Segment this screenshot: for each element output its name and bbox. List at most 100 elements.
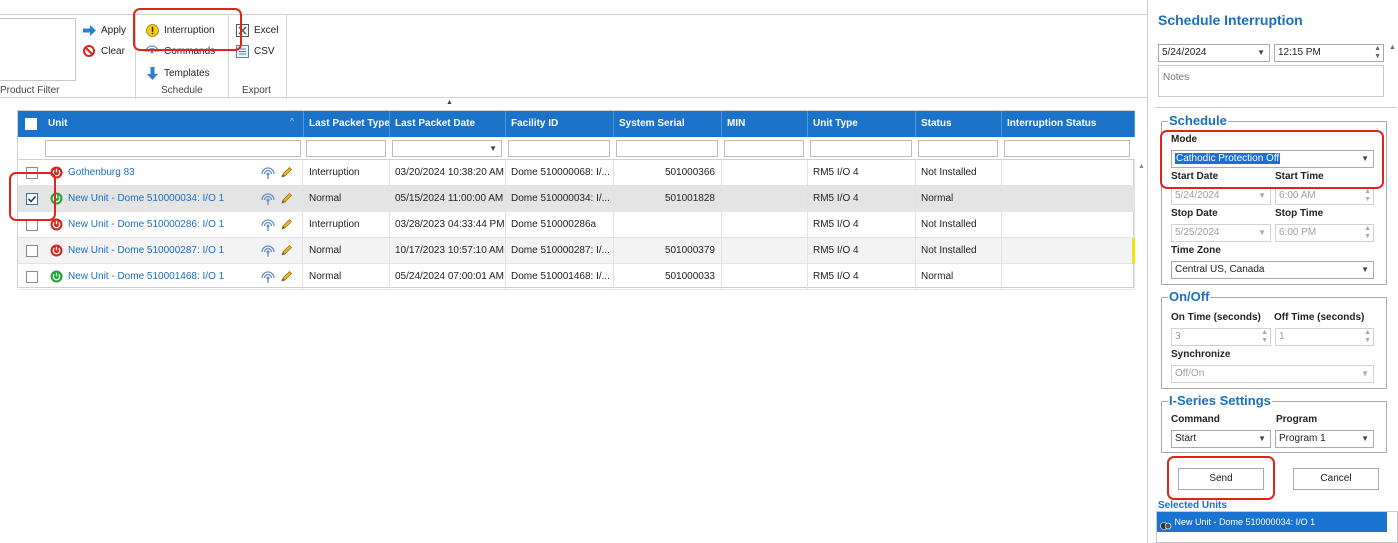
column-header-system-serial[interactable]: System Serial — [613, 111, 722, 137]
collapse-toggle-icon[interactable]: ▲ — [446, 99, 453, 106]
send-button[interactable]: Send — [1178, 468, 1264, 490]
synchronize-dropdown[interactable]: Off/On ▼ — [1171, 365, 1374, 383]
spinner-arrows-icon[interactable]: ▲ ▼ — [1364, 188, 1371, 204]
cell-interruption-status — [1001, 160, 1135, 186]
schedule-time-spinner[interactable]: 12:15 PM ▲ ▼ — [1274, 44, 1384, 62]
signal-icon[interactable] — [261, 244, 275, 260]
filter-system-serial[interactable] — [616, 140, 718, 157]
clear-button[interactable]: Clear — [82, 44, 125, 58]
timezone-dropdown[interactable]: Central US, Canada ▼ — [1171, 261, 1374, 279]
ribbon-separator — [135, 15, 136, 99]
chevron-down-icon[interactable]: ▼ — [1258, 188, 1266, 204]
column-header-interruption-status[interactable]: Interruption Status — [1001, 111, 1135, 137]
start-time-spinner[interactable]: 6:00 AM ▲ ▼ — [1275, 187, 1374, 205]
interruption-button[interactable]: Interruption — [145, 23, 215, 37]
chevron-down-icon[interactable]: ▼ — [1361, 366, 1369, 382]
start-date-picker[interactable]: 5/24/2024 ▼ — [1171, 187, 1271, 205]
unit-link[interactable]: New Unit - Dome 510000287: I/O 1 — [62, 238, 252, 264]
stop-date-picker[interactable]: 5/25/2024 ▼ — [1171, 224, 1271, 242]
commands-button[interactable]: Commands — [145, 44, 215, 58]
program-dropdown[interactable]: Program 1 ▼ — [1275, 430, 1374, 448]
stop-date-value: 5/25/2024 — [1175, 227, 1220, 238]
pencil-icon[interactable] — [280, 244, 293, 260]
excel-button[interactable]: Excel — [235, 23, 278, 37]
chevron-down-icon[interactable]: ▼ — [1361, 262, 1369, 278]
column-header-last-packet-date[interactable]: Last Packet Date — [389, 111, 506, 137]
mode-dropdown[interactable]: Cathodic Protection Off ▼ — [1171, 150, 1374, 168]
cell-last-packet-type: Normal — [303, 264, 390, 290]
chevron-down-icon[interactable]: ▼ — [1257, 45, 1265, 61]
select-all-checkbox[interactable] — [25, 118, 37, 130]
cell-facility-id: Dome 510001468: I/... — [505, 264, 614, 290]
scrollbar-up-icon[interactable]: ▲ — [1138, 163, 1145, 170]
cell-min — [721, 212, 808, 238]
chevron-down-icon[interactable]: ▼ — [489, 144, 497, 153]
filter-last-packet-date[interactable]: ▼ — [392, 140, 502, 157]
cell-last-packet-type: Interruption — [303, 212, 390, 238]
signal-icon[interactable] — [261, 218, 275, 234]
templates-button[interactable]: Templates — [145, 66, 210, 80]
row-checkbox[interactable] — [26, 167, 38, 179]
column-header-status[interactable]: Status — [915, 111, 1002, 137]
table-row[interactable]: Gothenburg 83 Interruption 03/20/2024 10:3… — [18, 160, 1135, 186]
panel-scrollbar[interactable]: ▲ — [1389, 44, 1397, 108]
mode-value: Cathodic Protection Off — [1175, 153, 1281, 164]
column-header-facility-id[interactable]: Facility ID — [505, 111, 614, 137]
signal-icon[interactable] — [261, 166, 275, 182]
off-time-spinner[interactable]: 1 ▲ ▼ — [1275, 328, 1374, 346]
filter-facility-id[interactable] — [508, 140, 610, 157]
stop-time-spinner[interactable]: 6:00 PM ▲ ▼ — [1275, 224, 1374, 242]
schedule-date-picker[interactable]: 5/24/2024 ▼ — [1158, 44, 1270, 62]
column-header-unit-type[interactable]: Unit Type — [807, 111, 916, 137]
stop-date-label: Stop Date — [1171, 208, 1218, 219]
row-checkbox[interactable] — [26, 271, 38, 283]
cell-interruption-status — [1001, 186, 1135, 212]
spinner-arrows-icon[interactable]: ▲ ▼ — [1364, 329, 1371, 345]
sort-ascending-icon[interactable]: ^ — [290, 117, 294, 126]
pencil-icon[interactable] — [280, 270, 293, 286]
spinner-arrows-icon[interactable]: ▲ ▼ — [1364, 225, 1371, 241]
table-row[interactable]: New Unit - Dome 510000286: I/O 1 Interrup… — [18, 212, 1135, 238]
unit-link[interactable]: Gothenburg 83 — [62, 160, 252, 186]
panel-title: Schedule Interruption — [1158, 12, 1303, 28]
apply-button[interactable]: Apply — [82, 23, 126, 37]
filter-unit[interactable] — [45, 140, 301, 157]
csv-button[interactable]: CSV — [235, 44, 275, 58]
spinner-arrows-icon[interactable]: ▲ ▼ — [1374, 45, 1381, 61]
filter-interruption-status[interactable] — [1004, 140, 1130, 157]
filter-min[interactable] — [724, 140, 804, 157]
selected-unit-item[interactable]: New Unit - Dome 510000034: I/O 1 — [1157, 512, 1387, 532]
filter-last-packet-type[interactable] — [306, 140, 386, 157]
command-dropdown[interactable]: Start ▼ — [1171, 430, 1271, 448]
unit-link[interactable]: New Unit - Dome 510000286: I/O 1 — [62, 212, 252, 238]
unit-link[interactable]: New Unit - Dome 510001468: I/O 1 — [62, 264, 252, 290]
row-checkbox[interactable] — [26, 219, 38, 231]
column-header-unit[interactable]: Unit — [42, 111, 304, 137]
product-filter-box[interactable] — [0, 18, 76, 81]
column-header-min[interactable]: MIN — [721, 111, 808, 137]
cancel-button[interactable]: Cancel — [1293, 468, 1379, 490]
filter-status[interactable] — [918, 140, 998, 157]
chevron-down-icon[interactable]: ▼ — [1361, 431, 1369, 447]
pencil-icon[interactable] — [280, 218, 293, 234]
filter-unit-type[interactable] — [810, 140, 912, 157]
scroll-up-icon[interactable]: ▲ — [1389, 44, 1396, 51]
on-time-spinner[interactable]: 3 ▲ ▼ — [1171, 328, 1271, 346]
table-row[interactable]: New Unit - Dome 510000034: I/O 1 Normal 05… — [18, 186, 1135, 212]
chevron-down-icon[interactable]: ▼ — [1258, 431, 1266, 447]
chevron-down-icon[interactable]: ▼ — [1258, 225, 1266, 241]
pencil-icon[interactable] — [280, 166, 293, 182]
spinner-arrows-icon[interactable]: ▲ ▼ — [1261, 329, 1268, 345]
selected-units-label: Selected Units — [1158, 500, 1227, 511]
notes-field[interactable]: Notes — [1158, 65, 1384, 97]
signal-icon[interactable] — [261, 270, 275, 286]
unit-link[interactable]: New Unit - Dome 510000034: I/O 1 — [62, 186, 252, 212]
row-checkbox[interactable] — [26, 193, 38, 205]
signal-icon[interactable] — [261, 192, 275, 208]
row-checkbox[interactable] — [26, 245, 38, 257]
table-row[interactable]: New Unit - Dome 510001468: I/O 1 Normal 05… — [18, 264, 1135, 290]
pencil-icon[interactable] — [280, 192, 293, 208]
table-row[interactable]: New Unit - Dome 510000287: I/O 1 Normal 10… — [18, 238, 1135, 264]
chevron-down-icon[interactable]: ▼ — [1361, 151, 1369, 167]
column-header-last-packet-type[interactable]: Last Packet Type — [303, 111, 390, 137]
